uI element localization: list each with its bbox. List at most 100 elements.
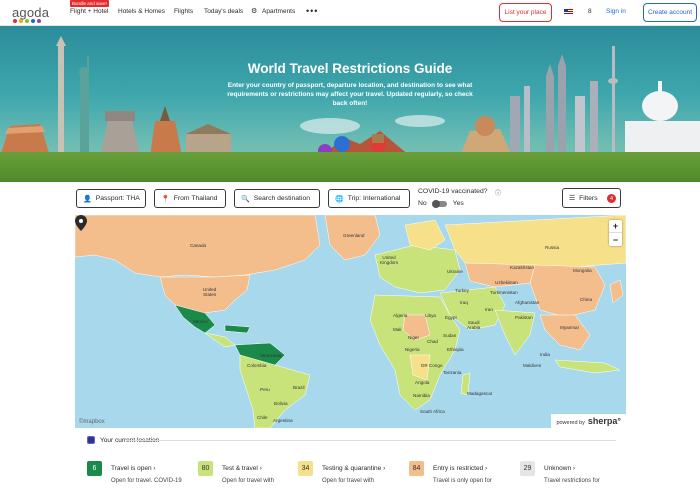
- map-label-chad: Chad: [427, 339, 438, 344]
- map-label-drc: DR Congo: [421, 363, 443, 368]
- legend-label: Test & travel ›: [222, 465, 262, 472]
- map-label-mexico: Mexico: [193, 319, 208, 324]
- list-your-place-button[interactable]: List your place: [499, 3, 552, 22]
- legend-desc: Open for travel with: [222, 478, 275, 484]
- legend-count: 6: [87, 461, 102, 476]
- map-label-madagascar: Madagascar: [467, 391, 493, 396]
- person-icon: 👤: [83, 195, 92, 203]
- map-label-angola: Angola: [415, 380, 430, 385]
- legend-desc: Open for travel with: [322, 478, 375, 484]
- map-label-niger: Niger: [408, 335, 419, 340]
- filters-label: Filters: [579, 194, 598, 202]
- map-label-brazil: Brazil: [293, 385, 305, 390]
- legend-desc: Open for travel. COVID-19: [111, 478, 182, 484]
- map-label-uzbekistan: Uzbekistan: [495, 280, 518, 285]
- search-icon: 🔍: [241, 195, 250, 203]
- map-label-us: United States: [203, 287, 217, 297]
- map-label-saudi: Saudi Arabia: [467, 320, 481, 330]
- map-label-south-africa: South Africa: [420, 409, 445, 414]
- hero-banner: World Travel Restrictions Guide Enter yo…: [0, 26, 700, 182]
- more-menu-icon[interactable]: •••: [306, 6, 318, 16]
- departure-label: From Thailand: [173, 195, 218, 202]
- map-label-mali: Mali: [393, 327, 402, 332]
- nav-apartments[interactable]: Apartments: [262, 8, 295, 15]
- legend-count: 34: [298, 461, 313, 476]
- map-label-pakistan: Pakistan: [515, 315, 533, 320]
- map-label-algeria: Algeria: [393, 313, 408, 318]
- map-label-kazakhstan: Kazakhstan: [510, 265, 535, 270]
- logo-dots: [13, 19, 41, 23]
- trip-label: Trip: International: [347, 195, 401, 202]
- top-navigation: agoda Bundle and save! Flight + Hotel Ho…: [0, 0, 700, 26]
- map-label-turkey: Turkey: [455, 288, 469, 293]
- sign-in-link[interactable]: Sign in: [606, 8, 626, 15]
- sherpa-branding[interactable]: powered by sherpa°: [551, 414, 626, 428]
- map-label-iran: Iran: [485, 307, 493, 312]
- page-subtitle: Enter your country of passport, departur…: [227, 82, 473, 107]
- map-label-namibia: Namibia: [413, 393, 430, 398]
- agoda-logo[interactable]: agoda: [12, 5, 49, 20]
- toggle-yes-label: Yes: [452, 200, 464, 207]
- vaccinated-toggle[interactable]: [431, 199, 447, 208]
- toggle-no-label: No: [418, 200, 427, 207]
- nav-hotels-homes[interactable]: Hotels & Homes: [118, 8, 165, 15]
- currency-selector[interactable]: 8: [588, 8, 592, 15]
- grass-illustration: [0, 152, 700, 182]
- legend-label: Unknown ›: [544, 465, 576, 472]
- passport-selector[interactable]: 👤 Passport: THA: [76, 189, 146, 208]
- location-pin-icon: 📍: [161, 195, 170, 203]
- search-destination-input[interactable]: 🔍 Search destination: [234, 189, 320, 208]
- world-map[interactable]: Canada United States Mexico Venezuela Co…: [75, 215, 626, 428]
- location-pin-icon[interactable]: [75, 215, 87, 231]
- map-label-nigeria: Nigeria: [405, 347, 420, 352]
- your-location-swatch: [87, 436, 95, 444]
- passport-label: Passport: THA: [95, 195, 140, 202]
- bundle-badge: Bundle and save!: [70, 0, 109, 7]
- legend-label: Entry is restricted ›: [433, 465, 488, 472]
- map-label-afghanistan: Afghanistan: [515, 300, 540, 305]
- departure-selector[interactable]: 📍 From Thailand: [154, 189, 226, 208]
- map-label-iraq: Iraq: [460, 300, 468, 305]
- map-label-turkmenistan: Turkmenistan: [490, 290, 518, 295]
- map-label-canada: Canada: [190, 243, 207, 248]
- map-label-sudan: Sudan: [443, 333, 457, 338]
- us-flag-icon[interactable]: [564, 9, 573, 15]
- map-label-libya: Libya: [425, 313, 436, 318]
- legend-label: Testing & quarantine ›: [322, 465, 386, 472]
- legend-count: 29: [520, 461, 535, 476]
- legend-divider: [126, 440, 616, 441]
- map-label-myanmar: Myanmar: [560, 325, 580, 330]
- legend-count: 80: [198, 461, 213, 476]
- map-label-tanzania: Tanzania: [443, 370, 462, 375]
- mapbox-attribution[interactable]: ©mapbox: [79, 419, 105, 425]
- map-label-ethiopia: Ethiopia: [447, 347, 464, 352]
- map-label-india: India: [540, 352, 550, 357]
- nav-flights[interactable]: Flights: [174, 8, 193, 15]
- map-label-chile: Chile: [257, 415, 268, 420]
- trip-type-selector[interactable]: 🌐 Trip: International: [328, 189, 410, 208]
- globe-icon: 🌐: [335, 195, 344, 203]
- map-label-colombia: Colombia: [247, 363, 267, 368]
- map-label-argentina: Argentina: [273, 418, 293, 423]
- map-label-maldives: Maldives: [523, 363, 542, 368]
- map-label-russia: Russia: [545, 245, 560, 250]
- map-label-greenland: Greenland: [343, 233, 365, 238]
- nav-todays-deals[interactable]: Today's deals: [204, 8, 243, 15]
- legend-count: 84: [409, 461, 424, 476]
- map-label-china: China: [580, 297, 593, 302]
- map-label-venezuela: Venezuela: [260, 353, 282, 358]
- filters-button[interactable]: ☰ Filters 4: [562, 188, 621, 208]
- map-label-uk: United Kingdom: [380, 255, 399, 265]
- map-label-mongolia: Mongolia: [573, 268, 592, 273]
- help-icon[interactable]: ⓘ: [495, 188, 501, 197]
- nav-flight-hotel[interactable]: Flight + Hotel: [70, 8, 108, 15]
- apartments-icon: ⚙: [251, 8, 258, 15]
- vaccinated-label: COVID-19 vaccinated?: [418, 188, 488, 195]
- zoom-in-button[interactable]: +: [609, 220, 622, 233]
- create-account-button[interactable]: Create account: [643, 3, 697, 22]
- world-map-shapes: [75, 215, 626, 428]
- zoom-out-button[interactable]: −: [609, 233, 622, 246]
- map-label-bolivia: Bolivia: [274, 401, 288, 406]
- map-label-egypt: Egypt: [445, 315, 457, 320]
- vaccinated-toggle-row: No Yes: [418, 199, 464, 208]
